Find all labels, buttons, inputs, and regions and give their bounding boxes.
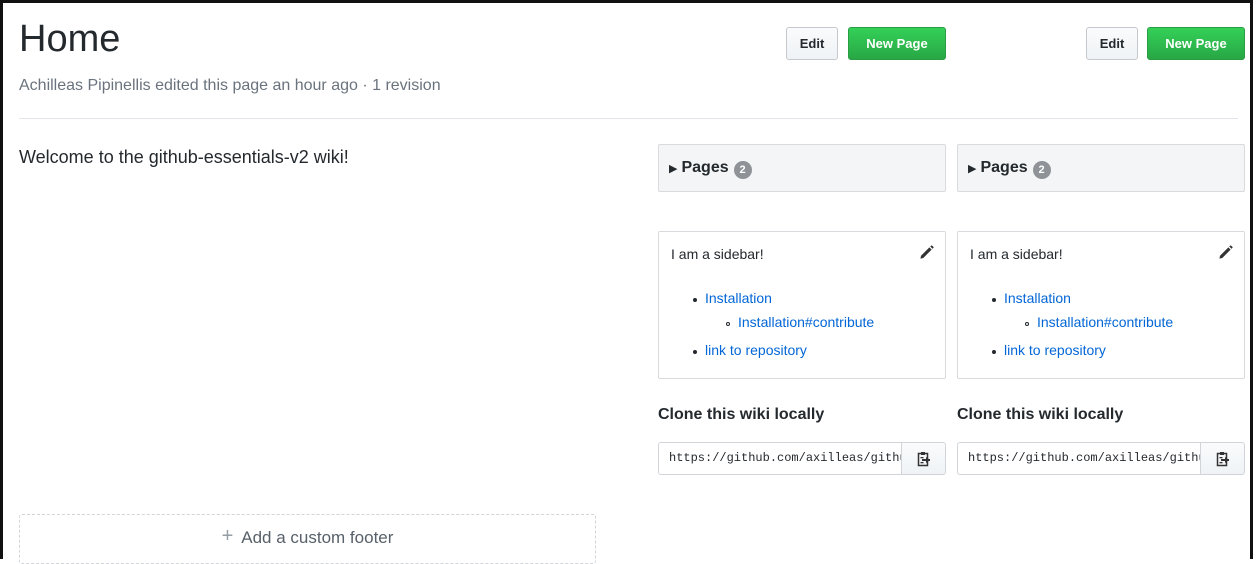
pencil-icon[interactable] [917, 244, 935, 262]
link-repository[interactable]: link to repository [1004, 342, 1106, 358]
pages-count-badge: 2 [1032, 160, 1051, 179]
sidebar-title: I am a sidebar! [671, 246, 764, 262]
pages-toggle[interactable]: ▶ Pages 2 [957, 144, 1245, 192]
list-bullet [693, 298, 697, 302]
plus-icon: + [221, 525, 234, 547]
clone-title: Clone this wiki locally [957, 406, 1124, 423]
header-divider [19, 118, 1238, 119]
copy-url-button[interactable] [1200, 442, 1245, 475]
clone-url-input[interactable]: https://github.com/axilleas/github-essen… [957, 442, 1201, 475]
sidebar-title: I am a sidebar! [970, 246, 1063, 262]
custom-sidebar: I am a sidebar! Installation Installatio… [957, 231, 1245, 379]
triangle-right-icon: ▶ [669, 162, 678, 175]
new-page-button[interactable]: New Page [1147, 27, 1245, 60]
custom-sidebar: I am a sidebar! Installation Installatio… [658, 231, 946, 379]
pencil-icon[interactable] [1216, 244, 1234, 262]
pages-label: Pages [980, 159, 1028, 176]
list-bullet [992, 298, 996, 302]
list-bullet [693, 350, 697, 354]
clone-url-input[interactable]: https://github.com/axilleas/github-essen… [658, 442, 902, 475]
clone-title: Clone this wiki locally [658, 406, 825, 423]
copy-url-button[interactable] [901, 442, 946, 475]
triangle-right-icon: ▶ [968, 162, 977, 175]
wiki-content: Welcome to the github-essentials-v2 wiki… [19, 147, 349, 167]
list-bullet-hollow [726, 322, 730, 326]
pages-toggle[interactable]: ▶ Pages 2 [658, 144, 946, 192]
list-bullet-hollow [1025, 322, 1029, 326]
wiki-sidebar: ▶ Pages 2 I am a sidebar! Installation I… [658, 144, 946, 484]
add-custom-footer[interactable]: + Add a custom footer [19, 514, 596, 564]
list-bullet [992, 350, 996, 354]
add-footer-label: Add a custom footer [241, 528, 394, 547]
link-installation[interactable]: Installation [705, 290, 772, 306]
new-page-button[interactable]: New Page [848, 27, 946, 60]
link-repository[interactable]: link to repository [705, 342, 807, 358]
clipboard-icon [1216, 451, 1229, 466]
edit-button[interactable]: Edit [1086, 27, 1138, 60]
link-installation-contribute[interactable]: Installation#contribute [1037, 314, 1173, 330]
page-meta: Achilleas Pipinellis edited this page an… [19, 77, 441, 94]
link-installation[interactable]: Installation [1004, 290, 1071, 306]
pages-label: Pages [681, 159, 729, 176]
edit-button[interactable]: Edit [786, 27, 838, 60]
clipboard-icon [917, 451, 930, 466]
clone-url-group: https://github.com/axilleas/github-essen… [957, 442, 1245, 475]
page-title: Home [19, 18, 121, 60]
wiki-sidebar: ▶ Pages 2 I am a sidebar! Installation I… [957, 144, 1245, 484]
link-installation-contribute[interactable]: Installation#contribute [738, 314, 874, 330]
clone-url-group: https://github.com/axilleas/github-essen… [658, 442, 946, 475]
pages-count-badge: 2 [733, 160, 752, 179]
